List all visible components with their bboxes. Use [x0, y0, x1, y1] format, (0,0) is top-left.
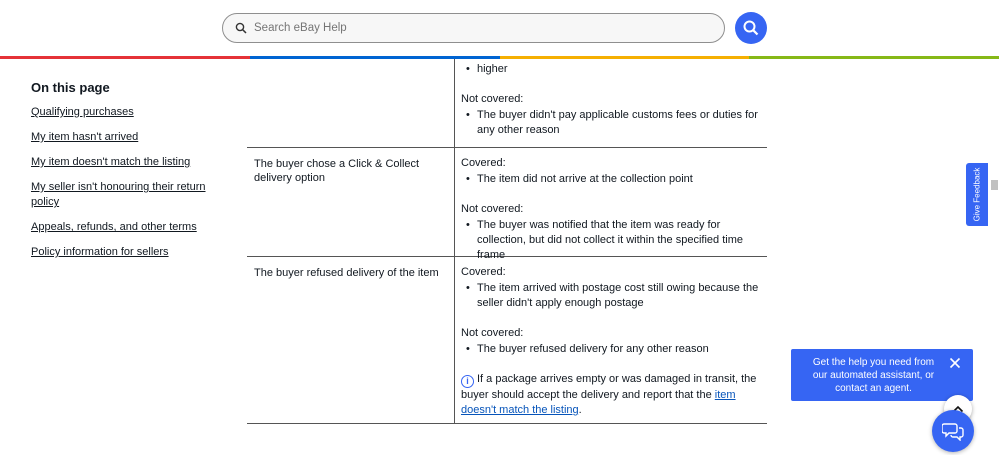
- sidebar-link-return-policy[interactable]: My seller isn't honouring their return p…: [31, 180, 231, 210]
- list-item: higher: [461, 62, 761, 77]
- list-item: The buyer was notified that the item was…: [461, 218, 761, 263]
- chat-assistant-popup: Get the help you need from our automated…: [791, 349, 973, 401]
- not-covered-label: Not covered:: [461, 93, 524, 105]
- search-button[interactable]: [735, 12, 767, 44]
- give-feedback-label: Give Feedback: [972, 167, 982, 222]
- table-cell-conditions: higher Not covered: The buyer didn't pay…: [461, 62, 761, 138]
- search-input[interactable]: [254, 22, 694, 34]
- list-item: The item arrived with postage cost still…: [461, 281, 761, 311]
- chat-bubbles-icon: [942, 423, 964, 441]
- not-covered-label: Not covered:: [461, 327, 524, 339]
- list-item: The item did not arrive at the collectio…: [461, 172, 761, 187]
- table-row-divider: [247, 147, 767, 148]
- sidebar-link-item-not-as-described[interactable]: My item doesn't match the listing: [31, 155, 231, 170]
- on-this-page-nav: On this page Qualifying purchases My ite…: [31, 80, 231, 270]
- search-icon: [743, 20, 759, 36]
- table-cell-conditions: Covered: The item did not arrive at the …: [461, 156, 761, 263]
- list-item: The buyer didn't pay applicable customs …: [461, 108, 761, 138]
- table-cell-scenario: The buyer refused delivery of the item: [254, 267, 439, 279]
- table-column-divider: [454, 59, 455, 424]
- sidebar-link-appeals-refunds[interactable]: Appeals, refunds, and other terms: [31, 220, 231, 235]
- give-feedback-tab[interactable]: Give Feedback: [966, 163, 988, 226]
- info-icon: i: [461, 375, 474, 388]
- info-note: i If a package arrives empty or was damag…: [461, 372, 761, 418]
- chat-launcher-button[interactable]: [932, 410, 974, 452]
- search-icon: [235, 22, 247, 34]
- covered-label: Covered:: [461, 157, 506, 169]
- covered-label: Covered:: [461, 266, 506, 278]
- sidebar-link-seller-policy[interactable]: Policy information for sellers: [31, 245, 231, 260]
- info-text: If a package arrives empty or was damage…: [461, 373, 757, 401]
- close-icon[interactable]: [949, 357, 961, 369]
- brand-color-bar: [0, 56, 999, 59]
- sidebar-title: On this page: [31, 80, 110, 95]
- scrollbar-thumb[interactable]: [991, 180, 998, 190]
- sidebar-link-item-not-arrived[interactable]: My item hasn't arrived: [31, 130, 231, 145]
- table-row-divider: [247, 423, 767, 424]
- sidebar-link-qualifying-purchases[interactable]: Qualifying purchases: [31, 105, 231, 120]
- search-bar[interactable]: [222, 13, 725, 43]
- table-cell-scenario: The buyer chose a Click & Collect delive…: [254, 158, 420, 184]
- info-period: .: [578, 404, 582, 416]
- list-item: The buyer refused delivery for any other…: [461, 342, 761, 357]
- table-cell-conditions: Covered: The item arrived with postage c…: [461, 265, 761, 418]
- not-covered-label: Not covered:: [461, 203, 524, 215]
- chat-popup-message: Get the help you need from our automated…: [812, 357, 935, 394]
